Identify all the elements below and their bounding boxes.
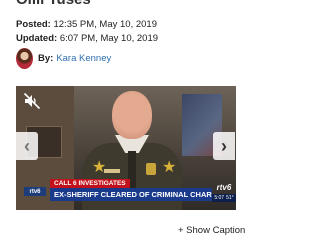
news-lower-third: rtv6 CALL 6 INVESTIGATES EX-SHERIFF CLEA… (16, 176, 236, 210)
posted-timestamp: Posted: 12:35 PM, May 10, 2019 (16, 19, 157, 30)
badge (146, 163, 156, 175)
news-headline: EX-SHERIFF CLEARED OF CRIMINAL CHARGES (50, 188, 212, 201)
channel-logo-left: rtv6 (24, 187, 46, 196)
speaker-muted-icon[interactable] (23, 92, 41, 110)
updated-label: Updated: (16, 33, 58, 44)
posted-label: Posted: (16, 19, 51, 30)
chevron-left-icon[interactable]: ‹ (16, 132, 38, 160)
subject-head (112, 91, 152, 139)
show-caption-button[interactable]: + Show Caption (178, 225, 245, 236)
author-avatar[interactable] (16, 47, 33, 69)
by-label: By: (38, 52, 54, 64)
author-link[interactable]: Kara Kenney (56, 53, 111, 64)
chevron-right-icon[interactable]: › (213, 132, 235, 160)
star-insignia-left: ★ (92, 159, 107, 176)
star-insignia-right: ★ (162, 159, 177, 176)
article-page: Olili Tuses Posted: 12:35 PM, May 10, 20… (0, 0, 250, 250)
time-temp-bug: 5:07 51° (212, 194, 236, 202)
article-title: Olili Tuses (16, 0, 91, 8)
byline: By: Kara Kenney (16, 47, 111, 69)
nameplate (104, 169, 120, 173)
segment-tag: CALL 6 INVESTIGATES (50, 179, 130, 188)
clock-time: 5:07 (214, 195, 225, 201)
channel-logo-right: rtv6 (216, 182, 232, 192)
temperature: 51° (226, 195, 234, 201)
updated-value: 6:07 PM, May 10, 2019 (59, 33, 159, 44)
updated-timestamp: Updated: 6:07 PM, May 10, 2019 (16, 33, 158, 44)
posted-value: 12:35 PM, May 10, 2019 (53, 19, 157, 30)
